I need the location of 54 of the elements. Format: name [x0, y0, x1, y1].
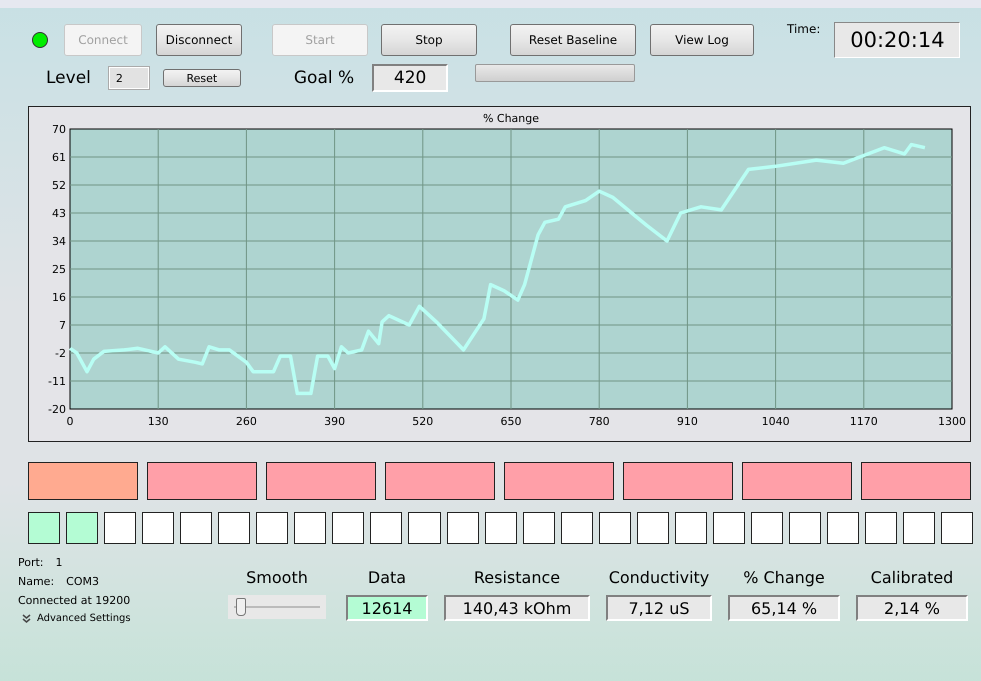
y-axis-label: 7: [59, 319, 66, 332]
goal-value: 420: [372, 64, 448, 92]
action-button[interactable]: Disconnect: [156, 24, 242, 56]
info-value: COM3: [66, 575, 99, 588]
readout-value: 12614: [346, 595, 428, 621]
chart-title: % Change: [482, 112, 540, 125]
action-button[interactable]: Reset Baseline: [510, 24, 636, 56]
reset-button[interactable]: Reset: [162, 69, 241, 87]
x-axis-label: 650: [500, 415, 522, 428]
y-axis-label: 43: [52, 207, 66, 220]
x-axis-label: 0: [66, 415, 74, 428]
y-axis-label: -2: [55, 347, 66, 360]
readout-label: Resistance: [474, 568, 560, 587]
x-axis-label: 1170: [850, 415, 878, 428]
smooth-slider[interactable]: [228, 595, 326, 619]
advanced-settings-link[interactable]: Advanced Settings: [37, 613, 131, 624]
slider-thumb[interactable]: [236, 598, 246, 616]
x-axis-label: 130: [148, 415, 169, 428]
x-axis-label: 910: [676, 415, 698, 428]
chevron-down-icon[interactable]: [22, 614, 31, 624]
x-axis-label: 1300: [938, 415, 966, 428]
y-axis-label: 16: [52, 291, 66, 304]
y-axis-label: 52: [52, 179, 66, 192]
readout-value: 2,14 %: [856, 595, 968, 621]
y-axis-label: 25: [52, 263, 66, 276]
goal-label: Goal %: [294, 68, 354, 88]
level-label: Level: [46, 68, 91, 88]
y-axis-label: -11: [48, 375, 66, 388]
x-axis-label: 260: [236, 415, 257, 428]
level-field[interactable]: 2: [108, 67, 149, 89]
y-axis-label: 61: [52, 151, 66, 164]
x-axis-label: 390: [324, 415, 346, 428]
time-display: 00:20:14: [834, 22, 960, 58]
smooth-label: Smooth: [246, 568, 308, 587]
info-value: 1: [56, 556, 63, 569]
x-axis-label: 780: [588, 415, 610, 428]
readout-value: 7,12 uS: [606, 595, 712, 621]
readout-label: % Change: [743, 568, 825, 587]
readout-label: Data: [368, 568, 406, 587]
readout-label: Calibrated: [870, 568, 954, 587]
y-axis-label: 70: [52, 123, 66, 136]
readout-value: 65,14 %: [728, 595, 840, 621]
connection-text: Connected at 19200: [18, 594, 132, 607]
time-label: Time:: [787, 22, 820, 36]
y-axis-label: -20: [48, 403, 66, 416]
x-axis-label: 520: [412, 415, 434, 428]
readout-label: Conductivity: [608, 568, 710, 587]
info-label: Name:: [18, 575, 54, 588]
info-label: Port:: [18, 556, 44, 569]
action-button[interactable]: View Log: [650, 24, 754, 56]
x-axis-label: 1040: [762, 415, 790, 428]
y-axis-label: 34: [52, 235, 66, 248]
readout-value: 140,43 kOhm: [444, 595, 590, 621]
action-button[interactable]: Stop: [381, 24, 477, 56]
